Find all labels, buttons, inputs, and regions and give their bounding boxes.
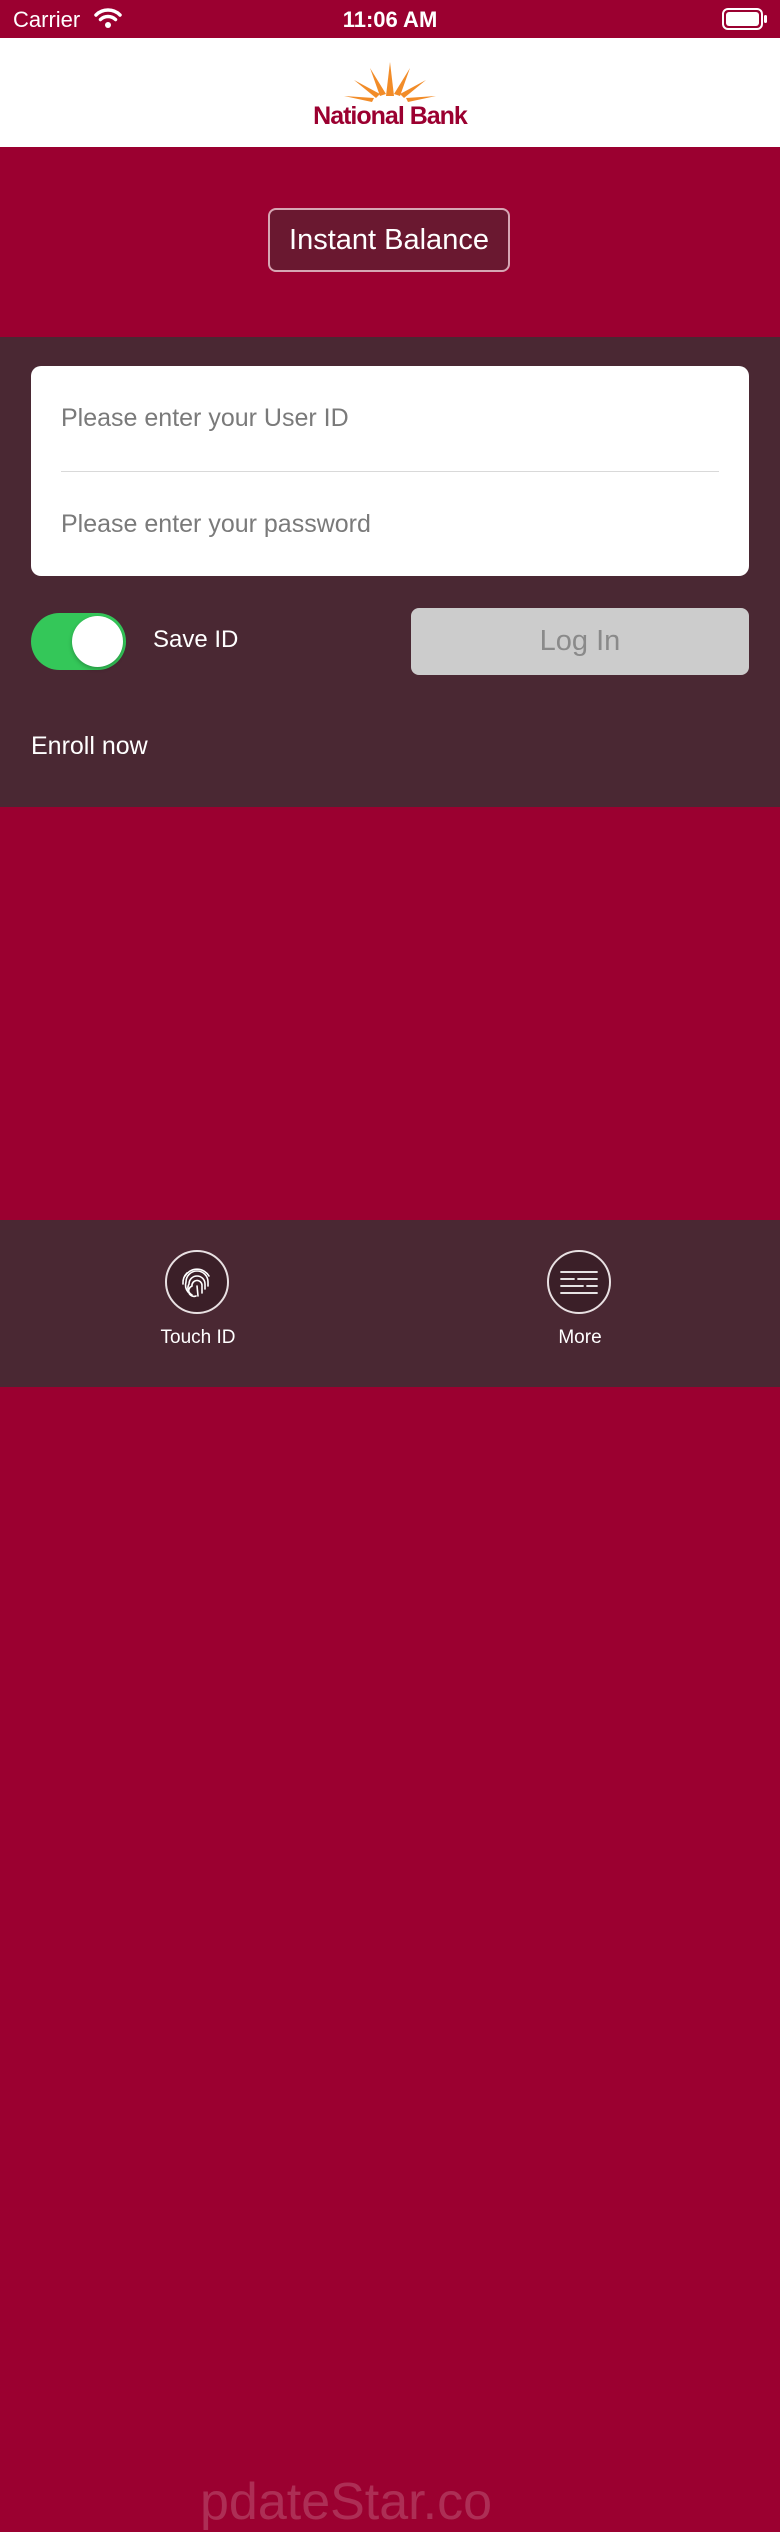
- status-bar: Carrier 11:06 AM: [0, 0, 780, 38]
- header: National Bank: [0, 38, 780, 147]
- logo-wordmark: National Bank: [313, 102, 468, 130]
- watermark: pdateStar.co: [200, 2473, 492, 2531]
- save-id-label: Save ID: [153, 626, 239, 653]
- log-in-button[interactable]: Log In: [411, 608, 749, 675]
- user-id-input[interactable]: Please enter your User ID: [61, 383, 719, 453]
- hero-section: Instant Balance: [0, 147, 780, 337]
- clock: 11:06 AM: [342, 7, 438, 32]
- password-input[interactable]: Please enter your password: [61, 489, 719, 559]
- more-tab[interactable]: More: [521, 1250, 641, 1350]
- login-panel: Please enter your User ID Please enter y…: [0, 337, 780, 807]
- credentials-card: Please enter your User ID Please enter y…: [31, 366, 749, 576]
- sunburst-icon: [344, 62, 436, 102]
- save-id-toggle[interactable]: [31, 613, 126, 670]
- bottom-tab-bar: Touch ID More pdateStar.co: [0, 1220, 780, 2531]
- toggle-knob: [72, 616, 123, 667]
- national-bank-logo: National Bank: [300, 58, 480, 130]
- enroll-now-link[interactable]: Enroll now: [31, 732, 148, 761]
- more-label: More: [558, 1327, 602, 1348]
- touch-id-label: Touch ID: [160, 1327, 236, 1348]
- instant-balance-button[interactable]: Instant Balance: [268, 208, 510, 272]
- touch-id-tab[interactable]: Touch ID: [139, 1250, 259, 1350]
- battery-icon: [722, 8, 768, 35]
- field-divider: [61, 471, 719, 472]
- menu-icon: [547, 1250, 611, 1314]
- fingerprint-icon: [165, 1250, 229, 1314]
